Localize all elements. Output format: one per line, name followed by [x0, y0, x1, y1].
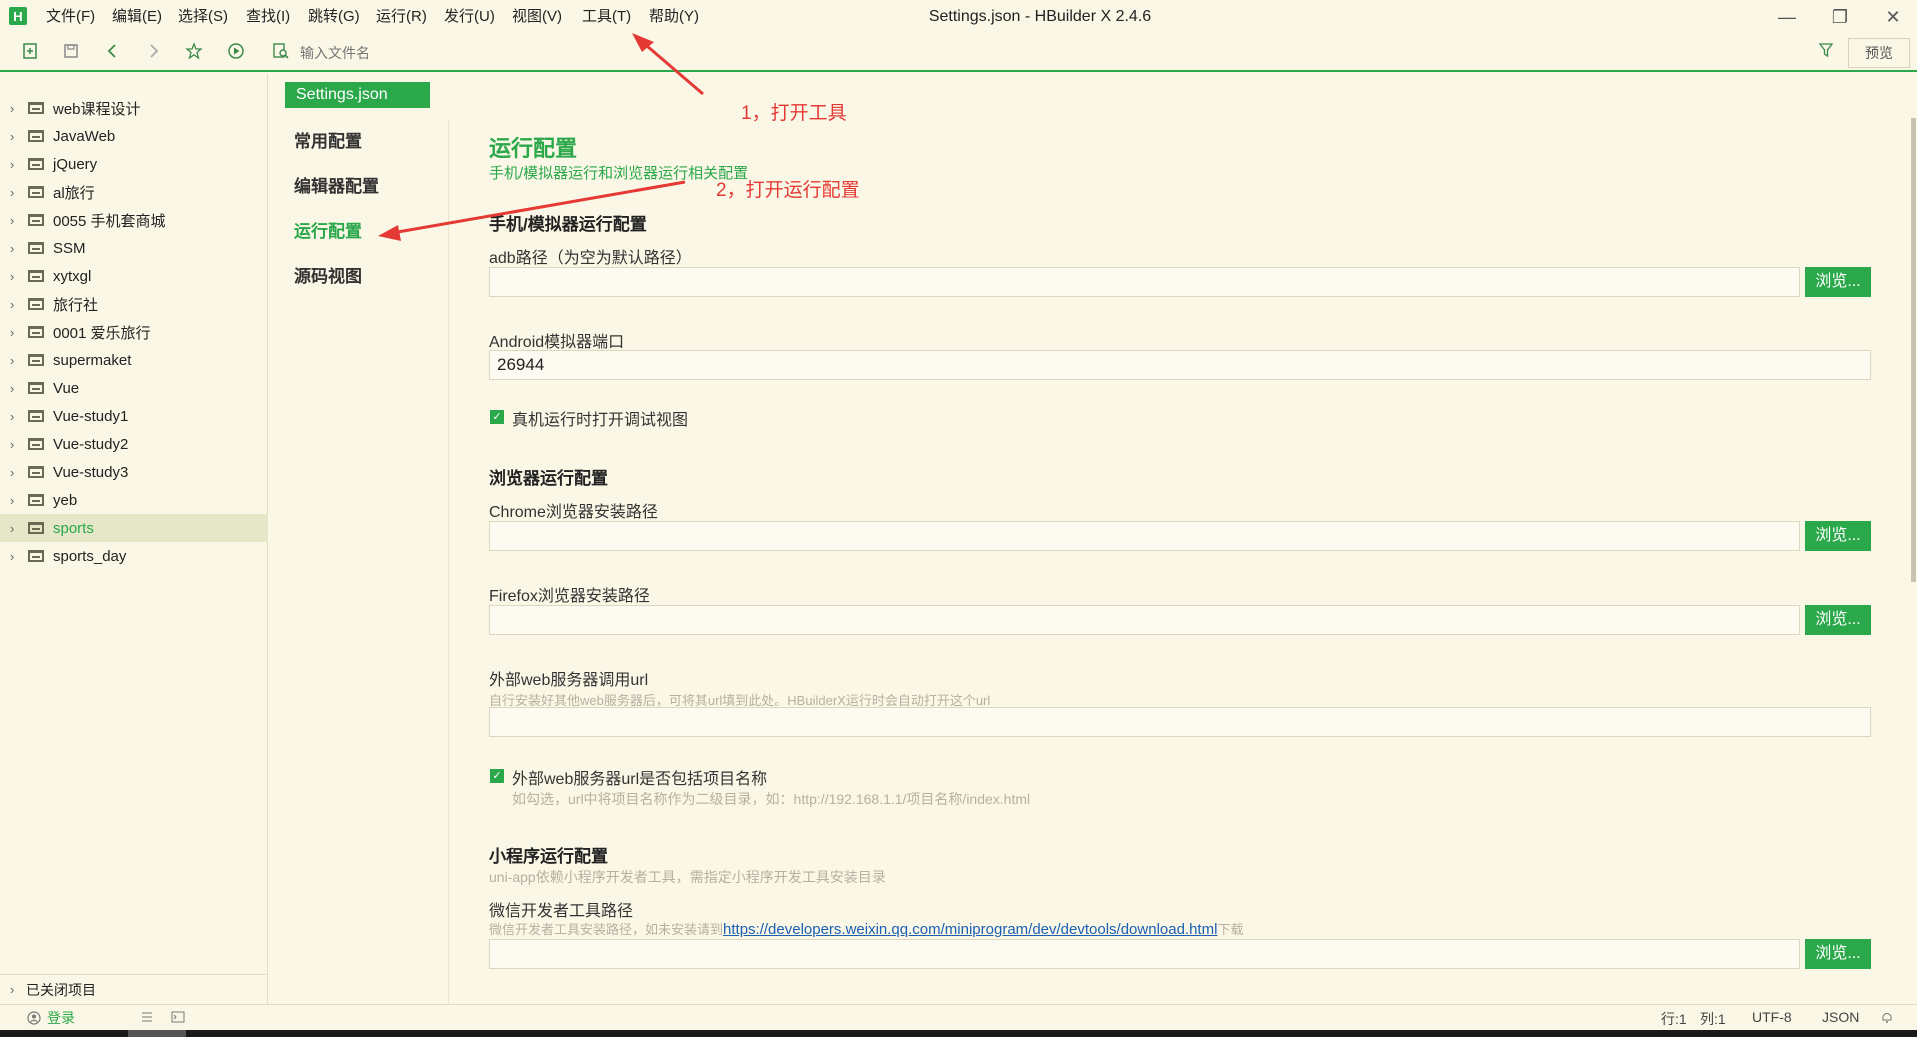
taskbar-strip — [0, 1030, 1917, 1037]
arrow-to-tools-menu — [639, 38, 704, 96]
annotation-step1: 1，打开工具 — [741, 103, 847, 124]
terminal-icon[interactable] — [171, 1010, 185, 1024]
login-label: 登录 — [47, 1010, 75, 1026]
bell-icon[interactable] — [1880, 1010, 1894, 1024]
status-bar: 登录 行:1 列:1 UTF-8 JSON — [0, 1004, 1917, 1030]
arrow-head-run-settings — [378, 225, 401, 241]
taskbar-indicator — [128, 1030, 186, 1037]
cursor-line[interactable]: 行:1 — [1661, 1009, 1687, 1029]
annotation-arrows — [378, 33, 704, 241]
encoding[interactable]: UTF-8 — [1752, 1009, 1792, 1025]
user-icon — [27, 1011, 41, 1025]
language-mode[interactable]: JSON — [1822, 1009, 1859, 1025]
annotation-step2: 2，打开运行配置 — [716, 180, 860, 201]
login-area[interactable]: 登录 — [27, 1009, 75, 1027]
cursor-column[interactable]: 列:1 — [1700, 1009, 1726, 1029]
list-icon[interactable] — [140, 1010, 154, 1024]
arrow-to-run-settings — [391, 180, 686, 235]
